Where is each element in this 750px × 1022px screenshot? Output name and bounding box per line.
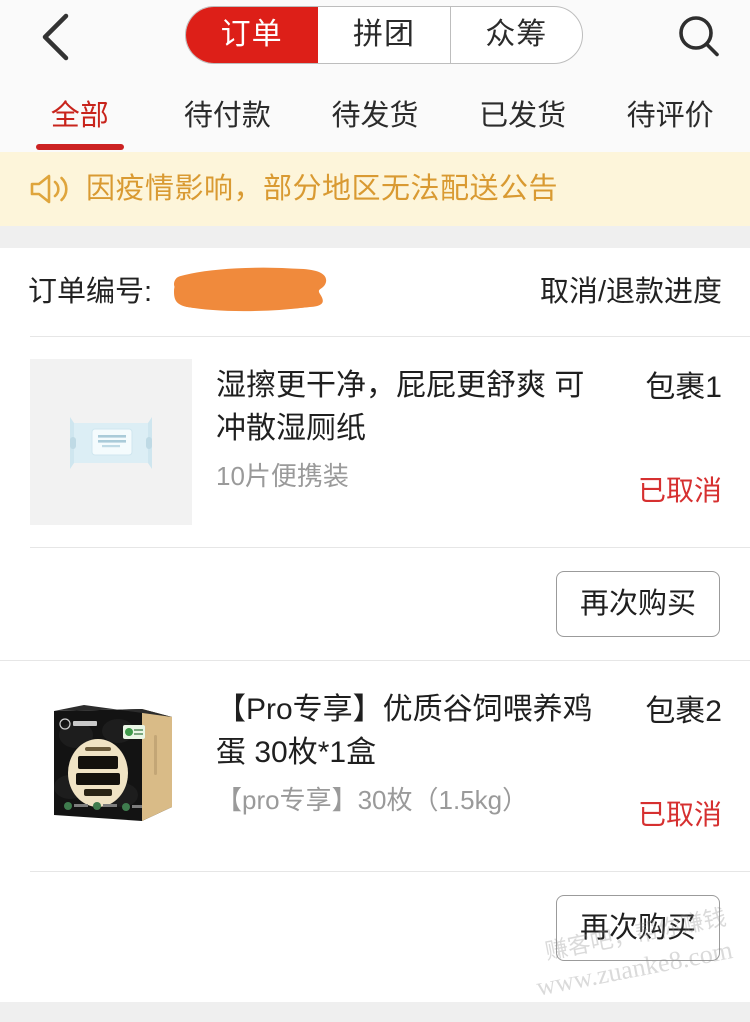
order-item-meta: 包裹1 已取消: [610, 359, 722, 509]
announcement-text: 因疫情影响，部分地区无法配送公告: [86, 172, 559, 205]
status-badge: 已取消: [637, 798, 722, 830]
order-item-actions: 再次购买: [0, 872, 750, 984]
tab-pending-review-label: 待评价: [626, 99, 714, 132]
order-status-tabs: 全部 待付款 待发货 已发货 待评价: [0, 82, 750, 152]
tab-pending-shipment-label: 待发货: [331, 99, 419, 132]
tab-all[interactable]: 全部: [6, 99, 154, 150]
search-button[interactable]: [666, 4, 732, 70]
search-icon: [674, 12, 724, 62]
order-item-info: 【Pro专享】优质谷饲喂养鸡蛋 30枚*1盒 【pro专享】30枚（1.5kg）: [192, 683, 610, 818]
megaphone-icon: [28, 171, 72, 207]
segment-orders[interactable]: 订单: [186, 7, 319, 63]
top-navigation-bar: 订单 拼团 众筹: [0, 0, 750, 82]
tab-pending-payment[interactable]: 待付款: [154, 99, 302, 133]
order-item-actions: 再次购买: [0, 548, 750, 660]
section-gap: [0, 226, 750, 248]
segmented-control[interactable]: 订单 拼团 众筹: [185, 6, 583, 64]
package-label: 包裹2: [645, 695, 722, 728]
back-button[interactable]: [20, 4, 90, 70]
order-item-meta: 包裹2 已取消: [610, 683, 722, 833]
product-spec: 【pro专享】30枚（1.5kg）: [216, 785, 529, 816]
chevron-left-icon: [38, 12, 72, 62]
order-item-info: 湿擦更干净，屁屁更舒爽 可冲散湿厕纸 10片便携装: [192, 359, 610, 494]
announcement-banner[interactable]: 因疫情影响，部分地区无法配送公告: [0, 152, 750, 226]
order-number-label: 订单编号:: [28, 275, 153, 308]
status-badge: 已取消: [637, 474, 722, 506]
redaction-mark: [170, 262, 332, 314]
order-list-screen: 订单 拼团 众筹 全部 待付款 待发货 已发货 待评价 因疫情影响，部分地区无法…: [0, 0, 750, 1022]
wet-wipes-pack-thumbnail[interactable]: [30, 359, 192, 525]
active-tab-underline: [35, 143, 124, 150]
bottom-section-gap: [0, 1002, 750, 1022]
refund-progress-link[interactable]: 取消/退款进度: [540, 277, 722, 307]
segment-group-buy[interactable]: 拼团: [318, 7, 451, 63]
product-title: 湿擦更干净，屁屁更舒爽 可冲散湿厕纸: [216, 369, 585, 445]
tab-pending-review[interactable]: 待评价: [596, 99, 744, 133]
product-spec: 10片便携装: [216, 461, 349, 492]
order-header: 订单编号: 取消/退款进度: [0, 248, 750, 336]
product-title: 【Pro专享】优质谷饲喂养鸡蛋 30枚*1盒: [216, 693, 593, 769]
order-card: 订单编号: 取消/退款进度 湿擦更干净，屁屁更舒爽 可冲散湿厕纸 10片便携装 …: [0, 248, 750, 984]
tab-pending-shipment[interactable]: 待发货: [301, 99, 449, 133]
buy-again-button[interactable]: 再次购买: [556, 571, 720, 637]
order-item[interactable]: 【Pro专享】优质谷饲喂养鸡蛋 30枚*1盒 【pro专享】30枚（1.5kg）…: [0, 661, 750, 871]
buy-again-button[interactable]: 再次购买: [556, 895, 720, 961]
tab-shipped-label: 已发货: [479, 99, 567, 132]
tab-shipped[interactable]: 已发货: [449, 99, 597, 133]
package-label: 包裹1: [645, 371, 722, 404]
egg-box-thumbnail[interactable]: [30, 683, 192, 849]
order-item[interactable]: 湿擦更干净，屁屁更舒爽 可冲散湿厕纸 10片便携装 包裹1 已取消: [0, 337, 750, 547]
segment-crowdfunding[interactable]: 众筹: [451, 7, 582, 63]
tab-pending-payment-label: 待付款: [183, 99, 271, 132]
tab-all-label: 全部: [50, 99, 109, 132]
